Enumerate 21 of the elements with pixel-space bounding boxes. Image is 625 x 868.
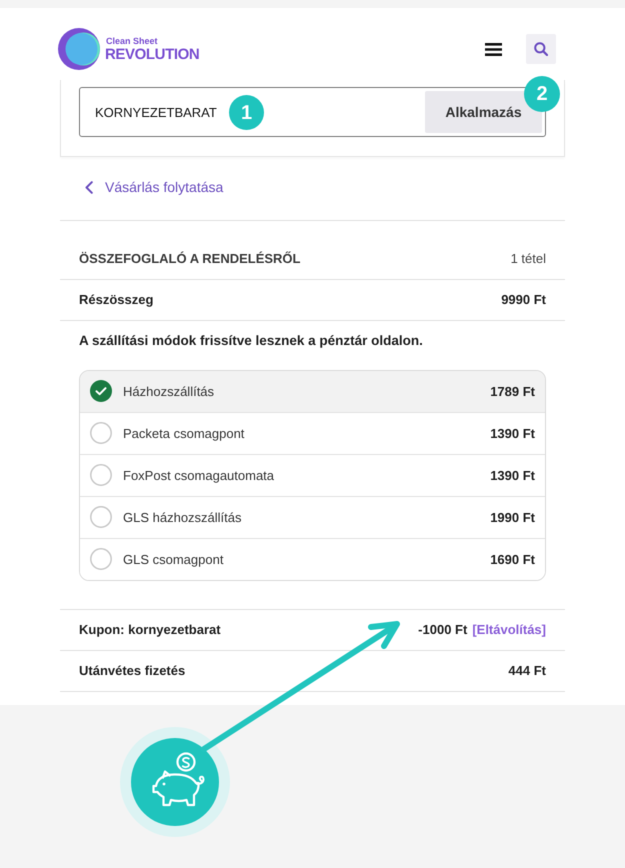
subtotal-label: Részösszeg [79,290,154,308]
cod-fee-value: 444 Ft [508,662,546,680]
item-count: 1 tétel [510,250,546,268]
shipping-option[interactable]: GLS csomagpont 1690 Ft [80,538,545,580]
menu-icon [485,42,502,56]
back-link[interactable]: Vásárlás folytatása [85,177,224,197]
search-button[interactable] [526,34,556,64]
subtotal-value: 9990 Ft [501,290,546,308]
shipping-notice: A szállítási módok frissítve lesznek a pénztár oldalon. [79,332,423,348]
remove-coupon-link[interactable]: [Eltávolítás] [472,620,546,638]
order-summary-title: ÖSSZEFOGLALÓ A RENDELÉSRŐL [79,250,300,268]
coupon-label: Kupon: kornyezetbarat [79,620,221,638]
search-icon [534,42,548,56]
menu-button[interactable] [485,42,502,56]
coupon-discount: -1000 Ft [418,620,468,638]
chevron-left-icon [85,180,93,194]
logo-icon [58,28,100,70]
piggy-bank-icon [120,727,230,837]
shipping-option[interactable]: Házhozszállítás 1789 Ft [80,370,545,412]
logo-link[interactable]: Clean Sheet REVOLUTION [58,28,200,70]
cod-fee-label: Utánvétes fizetés [79,662,186,680]
